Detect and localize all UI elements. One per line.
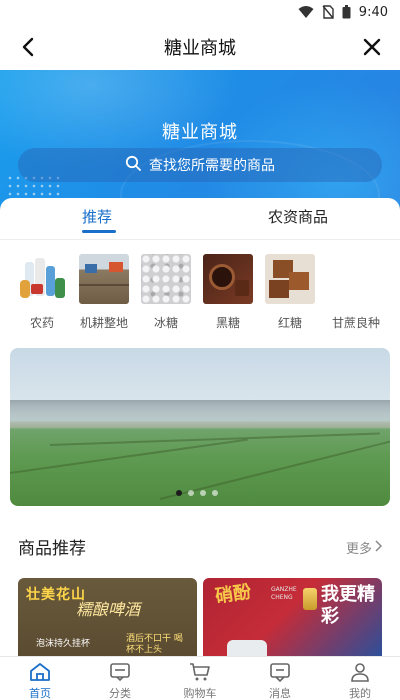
status-time: 9:40 <box>358 4 388 20</box>
category-label: 黑糖 <box>215 316 240 330</box>
category-rock-sugar[interactable]: 冰糖 <box>134 254 198 331</box>
search-bar[interactable]: 查找您所需要的商品 <box>18 148 382 182</box>
section-title: 商品推荐 <box>18 539 86 559</box>
app-header: 糖业商城 <box>0 24 400 70</box>
nav-home[interactable]: 首页 <box>10 661 70 700</box>
message-icon <box>250 661 310 683</box>
search-icon <box>125 155 141 175</box>
nav-profile[interactable]: 我的 <box>330 661 390 700</box>
product-tag: 泡沫持久挂杯 <box>36 639 91 649</box>
carousel-dot[interactable] <box>188 490 194 496</box>
nav-label: 我的 <box>349 687 371 700</box>
nav-label: 分类 <box>109 687 131 700</box>
chevron-right-icon <box>374 539 383 556</box>
cart-icon <box>170 661 230 683</box>
tab-recommend[interactable]: 推荐 <box>82 206 112 227</box>
home-icon <box>10 661 70 683</box>
category-brown-sugar[interactable]: 红糖 <box>258 254 322 331</box>
rock-sugar-icon <box>141 254 191 304</box>
product-slogan: 糯酿啤酒 <box>76 600 141 619</box>
category-label: 农药 <box>29 316 54 330</box>
category-sugarcane[interactable]: 甘蔗良种 <box>324 254 388 331</box>
category-label: 冰糖 <box>153 316 178 330</box>
hero-title: 糖业商城 <box>162 122 238 143</box>
profile-icon <box>330 661 390 683</box>
close-icon[interactable] <box>360 35 384 59</box>
carousel-dot[interactable] <box>212 490 218 496</box>
black-sugar-icon <box>203 254 253 304</box>
category-icon <box>90 661 150 683</box>
category-label: 甘蔗良种 <box>331 316 380 330</box>
sugarcane-icon <box>331 254 381 304</box>
nav-label: 消息 <box>269 687 291 700</box>
tractor-field-icon <box>79 254 129 304</box>
no-sim-icon <box>322 5 334 19</box>
status-bar: 9:40 <box>0 0 400 24</box>
category-pesticide[interactable]: 农药 <box>10 254 74 331</box>
brown-sugar-cubes-icon <box>265 254 315 304</box>
category-black-sugar[interactable]: 黑糖 <box>196 254 260 331</box>
trophy-icon <box>303 588 317 610</box>
category-label: 机耕整地 <box>79 316 128 330</box>
pesticide-bottles-icon <box>17 254 67 304</box>
category-label: 红糖 <box>277 316 302 330</box>
product-headline: 硝酚 <box>213 581 253 608</box>
page-title: 糖业商城 <box>164 38 236 59</box>
wifi-icon <box>298 5 314 19</box>
nav-cart[interactable]: 购物车 <box>170 661 230 700</box>
active-tab-indicator <box>82 230 116 233</box>
recommend-section-header: 商品推荐 更多 <box>0 532 400 562</box>
banner-field-line <box>10 438 248 474</box>
carousel-dot[interactable] <box>176 490 182 496</box>
category-tillage[interactable]: 机耕整地 <box>72 254 136 331</box>
nav-messages[interactable]: 消息 <box>250 661 310 700</box>
product-note: 酒后不口干 喝杯不上头 <box>126 634 183 655</box>
content-card: 推荐 农资商品 农药 机耕整地 冰糖 黑糖 红糖 甘蔗良种 商品推荐 更多 壮美… <box>0 198 400 658</box>
product-card[interactable]: 硝酚 GANZHE CHENG 我更精彩 <box>203 578 382 658</box>
category-row: 农药 机耕整地 冰糖 黑糖 红糖 甘蔗良种 <box>0 254 400 334</box>
nav-category[interactable]: 分类 <box>90 661 150 700</box>
tab-bar: 推荐 农资商品 <box>0 198 400 240</box>
tab-agri-products[interactable]: 农资商品 <box>268 206 328 227</box>
nav-label: 购物车 <box>183 687 217 700</box>
more-link[interactable]: 更多 <box>345 538 383 557</box>
product-card[interactable]: 壮美花山 糯酿啤酒 泡沫持久挂杯 酒后不口干 喝杯不上头 <box>18 578 197 658</box>
carousel-banner[interactable] <box>10 348 390 506</box>
carousel-pager <box>176 490 218 496</box>
product-headline-2: 我更精彩 <box>321 584 375 627</box>
bottom-nav: 首页 分类 购物车 消息 我的 <box>0 656 400 700</box>
banner-village-strip <box>10 422 390 428</box>
back-icon[interactable] <box>16 35 40 59</box>
product-subtext: GANZHE CHENG <box>271 586 297 601</box>
search-placeholder: 查找您所需要的商品 <box>149 158 275 174</box>
carousel-dot[interactable] <box>200 490 206 496</box>
nav-label: 首页 <box>29 687 51 700</box>
banner-hills <box>10 400 390 420</box>
battery-icon <box>342 5 351 19</box>
more-label: 更多 <box>345 542 372 557</box>
